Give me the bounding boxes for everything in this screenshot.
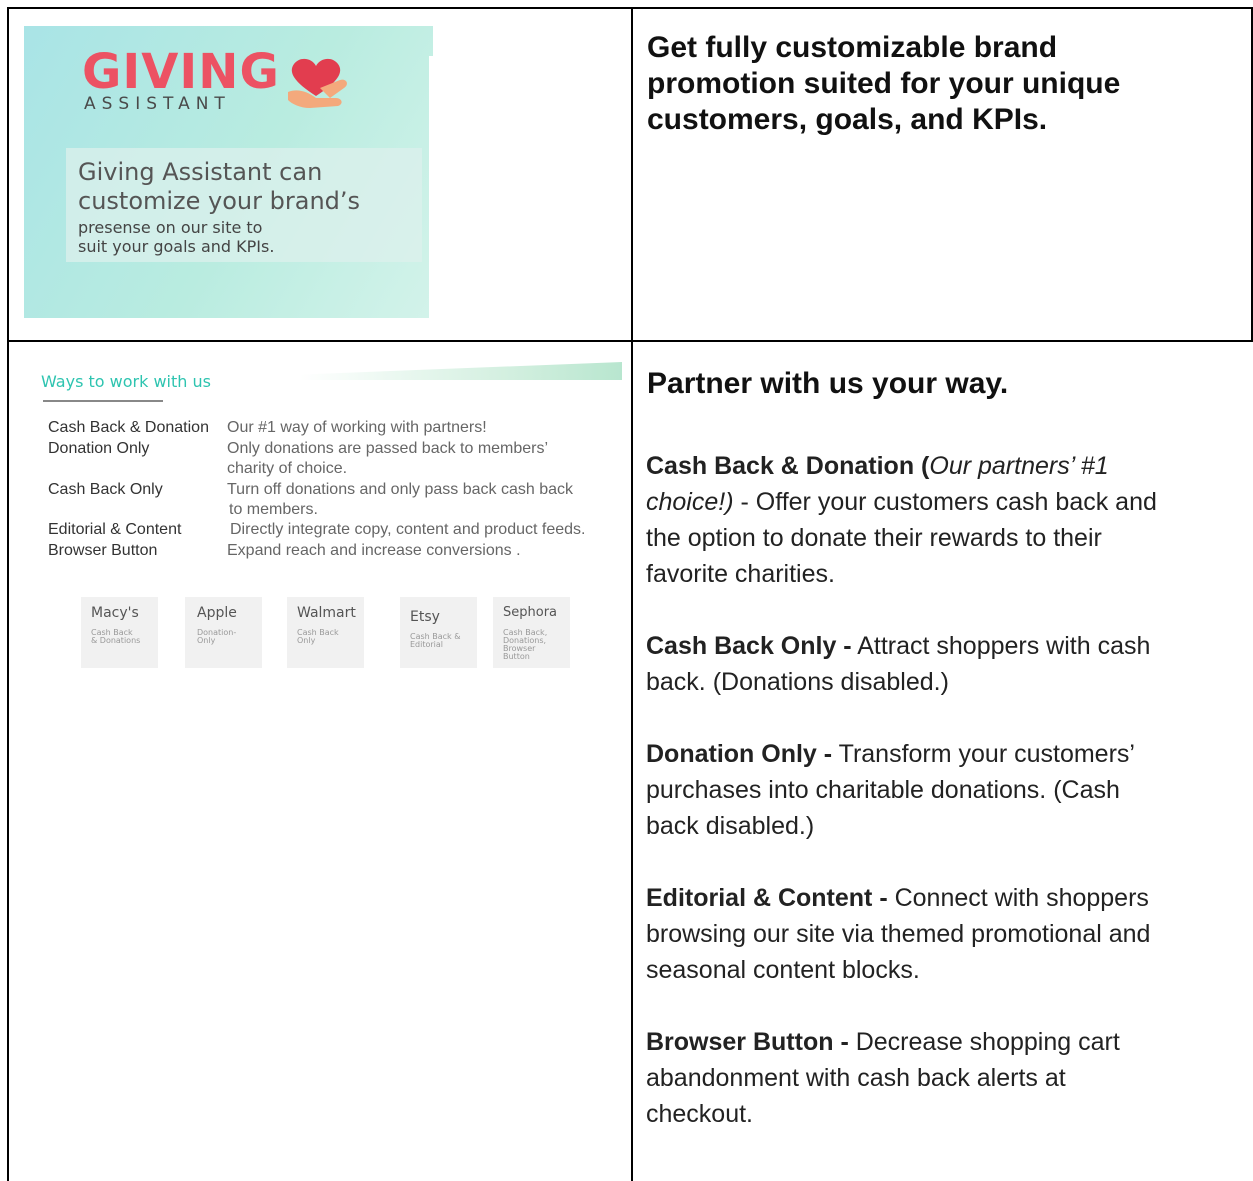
card-desc: Donation- Only [197,628,237,645]
partner-card-etsy: Etsy Cash Back & Editorial [400,597,477,668]
ways-row-name: Cash Back Only [48,481,163,498]
ways-row-desc: charity of choice. [227,460,348,477]
partner-card-apple: Apple Donation- Only [185,597,262,668]
card-name: Etsy [410,609,440,625]
ways-row-name: Cash Back & Donation [48,419,209,436]
logo-subtitle: ASSISTANT [84,94,231,114]
logo-wordmark: GIVING [82,44,280,100]
card-desc: Cash Back, Donations, Browser Button [503,628,548,661]
ways-row-desc: Turn off donations and only pass back ca… [227,481,573,498]
ways-row-name: Editorial & Content [48,521,182,538]
ways-row-desc: Only donations are passed back to member… [227,440,549,457]
paragraph-cash-back-donation: Cash Back & Donation (Our partners’ #1 c… [646,452,1157,588]
banner-edge [429,56,435,318]
card-desc: Cash Back Only [297,628,339,645]
partner-card-macys: Macy's Cash Back & Donations [81,597,158,668]
partner-card-sephora: Sephora Cash Back, Donations, Browser Bu… [493,597,570,668]
ways-row-desc: to members. [229,501,318,518]
ways-row-desc: Our #1 way of working with partners! [227,419,487,436]
card-desc: Cash Back & Donations [91,628,141,645]
card-name: Sephora [503,605,558,620]
ways-row-desc: Directly integrate copy, content and pro… [230,521,586,538]
partner-card-walmart: Walmart Cash Back Only [287,597,364,668]
table-column-divider [631,7,633,1181]
ways-title: Ways to work with us [41,372,211,391]
card-desc: Cash Back & Editorial [410,632,461,649]
section-heading-partner: Partner with us your way. [647,367,1009,400]
paragraph-editorial-content: Editorial & Content - Connect with shopp… [646,884,1151,984]
heart-hand-icon [288,58,347,108]
ways-row-name: Browser Button [48,542,158,559]
title-underline [43,400,163,402]
banner-subtext: presense on our site to suit your goals … [78,218,275,256]
table-row-divider [7,340,1253,342]
card-name: Macy's [91,605,139,621]
section-heading-customizable: Get fully customizable brand promotion s… [647,31,1121,136]
ways-row-name: Donation Only [48,440,150,457]
card-name: Apple [197,605,237,621]
ways-row-desc: Expand reach and increase conversions . [227,542,521,559]
card-name: Walmart [297,605,356,621]
paragraph-browser-button: Browser Button - Decrease shopping cart … [646,1028,1120,1128]
banner-tagline: Giving Assistant can customize your bran… [78,158,361,215]
paragraph-cash-back-only: Cash Back Only - Attract shoppers with c… [646,632,1151,696]
paragraph-donation-only: Donation Only - Transform your customers… [646,740,1135,840]
